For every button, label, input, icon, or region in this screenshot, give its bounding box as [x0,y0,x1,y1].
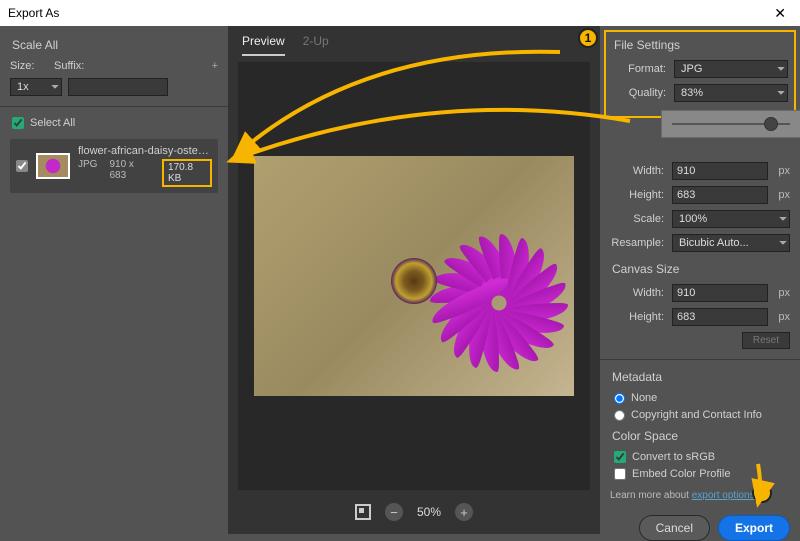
embed-checkbox[interactable] [614,468,626,480]
asset-thumbnail [36,153,70,179]
cancel-button[interactable]: Cancel [639,515,710,541]
preview-image [254,156,574,396]
asset-row[interactable]: flower-african-daisy-osteosper... JPG 91… [10,139,218,193]
file-settings-heading: File Settings [614,38,788,52]
slider-thumb[interactable] [764,117,778,131]
fit-screen-icon[interactable] [355,504,371,520]
canvas-height-input[interactable] [672,308,768,326]
px-unit: px [768,165,790,177]
quality-label: Quality: [612,87,674,99]
srgb-checkbox[interactable] [614,451,626,463]
file-settings-highlight: 1 File Settings Format: JPG Quality: 83% [604,30,796,118]
srgb-label: Convert to sRGB [632,451,715,463]
add-scale-icon[interactable]: + [212,60,218,72]
metadata-cci-radio[interactable] [614,410,625,421]
annotation-badge-1: 1 [578,28,598,48]
asset-format: JPG [78,159,97,187]
zoom-in-icon[interactable]: + [455,503,473,521]
metadata-none-radio[interactable] [614,393,625,404]
select-all-checkbox[interactable] [12,117,24,129]
width-input[interactable] [672,162,768,180]
export-options-link[interactable]: export options. [692,490,758,501]
format-select[interactable]: JPG [674,60,788,78]
format-label: Format: [612,63,674,75]
zoom-level: 50% [417,505,441,519]
asset-checkbox[interactable] [16,160,28,172]
suffix-input[interactable] [68,78,168,96]
annotation-badge-2: 2 [752,483,772,503]
window-title: Export As [8,6,59,20]
height-input[interactable] [672,186,768,204]
size-select[interactable]: 1x [10,78,62,96]
quality-slider-popup[interactable] [661,110,800,138]
close-icon[interactable]: ✕ [768,5,792,22]
size-label: Size: [10,60,48,72]
metadata-cci-label: Copyright and Contact Info [631,409,762,421]
left-panel: Scale All Size: Suffix: + 1x Select All … [0,26,228,534]
resample-select[interactable]: Bicubic Auto... [672,234,790,252]
quality-select[interactable]: 83% [674,84,788,102]
scale-label: Scale: [610,213,672,225]
export-button[interactable]: Export [718,515,790,541]
asset-name: flower-african-daisy-osteosper... [78,145,212,157]
scale-select[interactable]: 100% [672,210,790,228]
scale-all-heading: Scale All [12,38,218,52]
embed-label: Embed Color Profile [632,468,730,480]
right-panel: 1 File Settings Format: JPG Quality: 83%… [600,26,800,534]
select-all-label: Select All [30,117,75,129]
asset-dims: 910 x 683 [109,159,150,187]
width-label: Width: [610,165,672,177]
height-label: Height: [610,189,672,201]
titlebar: Export As ✕ [0,0,800,26]
metadata-none-label: None [631,392,657,404]
asset-filesize: 170.8 KB [162,159,212,187]
tab-preview[interactable]: Preview [242,34,285,56]
preview-panel: Preview 2-Up − 50% + [228,26,600,534]
canvas-width-input[interactable] [672,284,768,302]
tab-2up[interactable]: 2-Up [303,34,329,56]
canvas-size-heading: Canvas Size [612,262,790,276]
metadata-heading: Metadata [612,370,790,384]
preview-area[interactable] [238,62,590,490]
resample-label: Resample: [610,237,672,249]
asset-info: flower-african-daisy-osteosper... JPG 91… [78,145,212,187]
colorspace-heading: Color Space [612,429,790,443]
suffix-label: Suffix: [54,60,104,72]
reset-button[interactable]: Reset [742,332,790,349]
zoom-out-icon[interactable]: − [385,503,403,521]
